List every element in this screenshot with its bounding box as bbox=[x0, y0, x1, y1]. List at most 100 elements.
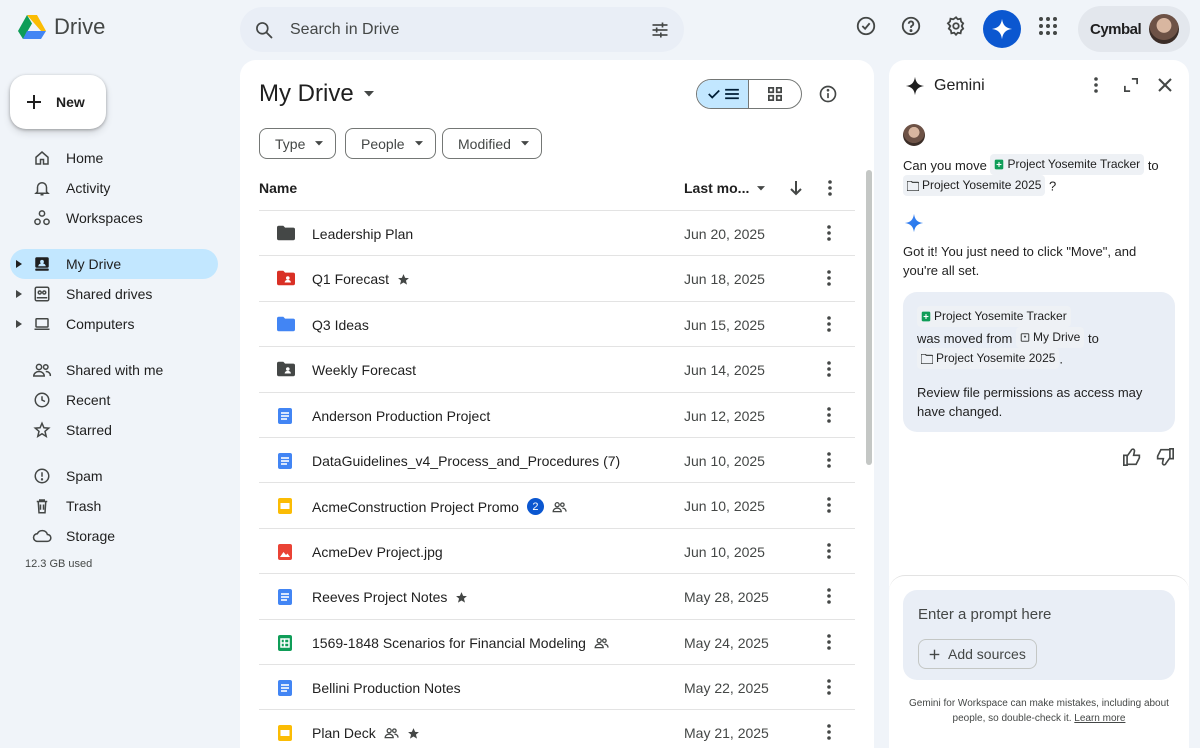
sidebar-item-label: Recent bbox=[66, 392, 111, 408]
starred-icon bbox=[398, 273, 409, 285]
search-icon[interactable] bbox=[254, 20, 274, 40]
more-options-icon[interactable] bbox=[826, 315, 832, 332]
sidebar-item-workspaces[interactable]: Workspaces bbox=[10, 203, 218, 233]
more-options-icon[interactable] bbox=[826, 724, 832, 741]
file-date: Jun 12, 2025 bbox=[684, 407, 765, 424]
sidebar-item-shared-drives[interactable]: Shared drives bbox=[10, 279, 218, 309]
more-options-icon[interactable] bbox=[826, 542, 832, 559]
table-row[interactable]: Bellini Production Notes May 22, 2025 bbox=[259, 663, 855, 709]
sidebar-item-spam[interactable]: Spam bbox=[10, 461, 218, 491]
column-header-last-modified[interactable]: Last mo... bbox=[684, 180, 766, 196]
prompt-placeholder[interactable]: Enter a prompt here bbox=[918, 606, 1051, 623]
disclaimer-text: Gemini for Workspace can make mistakes, … bbox=[909, 698, 1169, 724]
table-row[interactable]: Q3 Ideas Jun 15, 2025 bbox=[259, 300, 855, 346]
table-row[interactable]: Reeves Project Notes May 28, 2025 bbox=[259, 573, 855, 618]
sidebar-item-label: Home bbox=[66, 150, 104, 166]
table-row[interactable]: Plan Deck May 21, 2025 bbox=[259, 709, 855, 748]
table-row[interactable]: Leadership Plan Jun 20, 2025 bbox=[259, 210, 855, 255]
expand-caret-icon[interactable] bbox=[16, 260, 24, 268]
learn-more-link[interactable]: Learn more bbox=[1074, 713, 1125, 724]
expand-caret-icon[interactable] bbox=[16, 290, 24, 298]
more-options-icon[interactable] bbox=[826, 361, 832, 377]
new-button[interactable]: New bbox=[10, 75, 106, 129]
help-icon[interactable] bbox=[899, 14, 923, 38]
drive-logo[interactable]: Drive bbox=[18, 14, 105, 40]
sidebar-item-recent[interactable]: Recent bbox=[10, 385, 218, 415]
sidebar-item-label: Spam bbox=[66, 468, 103, 484]
more-options-icon[interactable] bbox=[1093, 77, 1099, 93]
sidebar-item-starred[interactable]: Starred bbox=[10, 415, 218, 445]
more-options-icon[interactable] bbox=[826, 270, 832, 287]
table-row[interactable]: 1569-1848 Scenarios for Financial Modeli… bbox=[259, 618, 855, 664]
apps-grid-icon[interactable] bbox=[1036, 14, 1060, 38]
search-options-icon[interactable] bbox=[650, 20, 670, 40]
plus-icon bbox=[27, 95, 41, 109]
sidebar-item-computers[interactable]: Computers bbox=[10, 309, 218, 339]
file-name: Anderson Production Project bbox=[312, 407, 491, 424]
avatar[interactable] bbox=[1149, 14, 1180, 44]
table-row[interactable]: Weekly Forecast Jun 14, 2025 bbox=[259, 346, 855, 391]
more-options-icon[interactable] bbox=[826, 633, 832, 650]
info-icon[interactable] bbox=[818, 84, 838, 104]
more-options-icon[interactable] bbox=[826, 406, 832, 423]
more-options-icon[interactable] bbox=[826, 497, 832, 514]
file-name: Q1 Forecast bbox=[312, 271, 390, 288]
list-view-button[interactable] bbox=[697, 80, 750, 108]
sidebar-item-home[interactable]: Home bbox=[10, 143, 218, 173]
close-icon[interactable] bbox=[1158, 78, 1172, 92]
table-row[interactable]: AcmeDev Project.jpg Jun 10, 2025 bbox=[259, 527, 855, 573]
card-text: to bbox=[1087, 331, 1099, 346]
settings-gear-icon[interactable] bbox=[944, 14, 968, 38]
filter-people[interactable]: People bbox=[345, 128, 436, 159]
tasks-icon[interactable] bbox=[854, 14, 878, 38]
file-list: Leadership Plan Jun 20, 2025 Q1 Forecast… bbox=[259, 210, 855, 748]
thumbs-up-icon[interactable] bbox=[1122, 448, 1142, 466]
thumbs-down-icon[interactable] bbox=[1155, 448, 1175, 466]
folder-chip[interactable]: Project Yosemite 2025 bbox=[903, 175, 1046, 196]
file-chip[interactable]: Project Yosemite Tracker bbox=[990, 154, 1145, 175]
file-chip[interactable]: Project Yosemite Tracker bbox=[917, 306, 1071, 327]
expand-caret-icon[interactable] bbox=[16, 320, 24, 328]
search-bar[interactable]: Search in Drive bbox=[240, 7, 684, 52]
caret-down-icon bbox=[315, 141, 324, 146]
folder-chip[interactable]: My Drive bbox=[1016, 327, 1085, 348]
docs-icon bbox=[277, 679, 295, 697]
message-text: to bbox=[1147, 158, 1159, 173]
more-options-icon[interactable] bbox=[826, 588, 832, 604]
sidebar-item-shared-with-me[interactable]: Shared with me bbox=[10, 355, 218, 385]
filter-modified[interactable]: Modified bbox=[442, 128, 542, 159]
new-button-label: New bbox=[56, 94, 85, 110]
more-options-icon[interactable] bbox=[827, 180, 833, 196]
more-options-icon[interactable] bbox=[826, 679, 832, 695]
add-sources-button[interactable]: Add sources bbox=[918, 639, 1037, 669]
expand-icon[interactable] bbox=[1124, 78, 1138, 92]
message-text: Can you move bbox=[903, 158, 987, 173]
sort-direction-icon[interactable] bbox=[788, 180, 804, 196]
shared-people-icon bbox=[594, 637, 609, 648]
scrollbar-thumb[interactable] bbox=[866, 170, 872, 465]
grid-view-button[interactable] bbox=[749, 80, 801, 108]
column-header-name[interactable]: Name bbox=[259, 180, 297, 196]
sidebar-item-activity[interactable]: Activity bbox=[10, 173, 218, 203]
folder-chip[interactable]: Project Yosemite 2025 bbox=[917, 348, 1060, 369]
table-row[interactable]: Anderson Production Project Jun 12, 2025 bbox=[259, 391, 855, 437]
file-name: Q3 Ideas bbox=[312, 316, 369, 333]
table-row[interactable]: DataGuidelines_v4_Process_and_Procedures… bbox=[259, 436, 855, 482]
file-date: Jun 14, 2025 bbox=[684, 362, 765, 379]
account-switcher[interactable]: Cymbal bbox=[1078, 6, 1190, 52]
page-title[interactable]: My Drive bbox=[259, 80, 374, 108]
table-row[interactable]: AcmeConstruction Project Promo 2 Jun 10, … bbox=[259, 482, 855, 527]
sidebar-item-storage[interactable]: Storage bbox=[10, 521, 218, 551]
gemini-button[interactable] bbox=[983, 10, 1021, 48]
people-icon bbox=[32, 360, 52, 380]
table-row[interactable]: Q1 Forecast Jun 18, 2025 bbox=[259, 255, 855, 300]
sidebar-item-my-drive[interactable]: My Drive bbox=[10, 249, 218, 279]
sidebar-item-label: Activity bbox=[66, 180, 111, 196]
filter-type[interactable]: Type bbox=[259, 128, 337, 159]
more-options-icon[interactable] bbox=[826, 452, 832, 468]
more-options-icon[interactable] bbox=[826, 225, 832, 241]
search-input[interactable]: Search in Drive bbox=[290, 21, 650, 39]
sidebar-item-trash[interactable]: Trash bbox=[10, 491, 218, 521]
user-message: Can you move Project Yosemite Tracker to… bbox=[903, 154, 1178, 196]
list-icon bbox=[724, 88, 739, 100]
